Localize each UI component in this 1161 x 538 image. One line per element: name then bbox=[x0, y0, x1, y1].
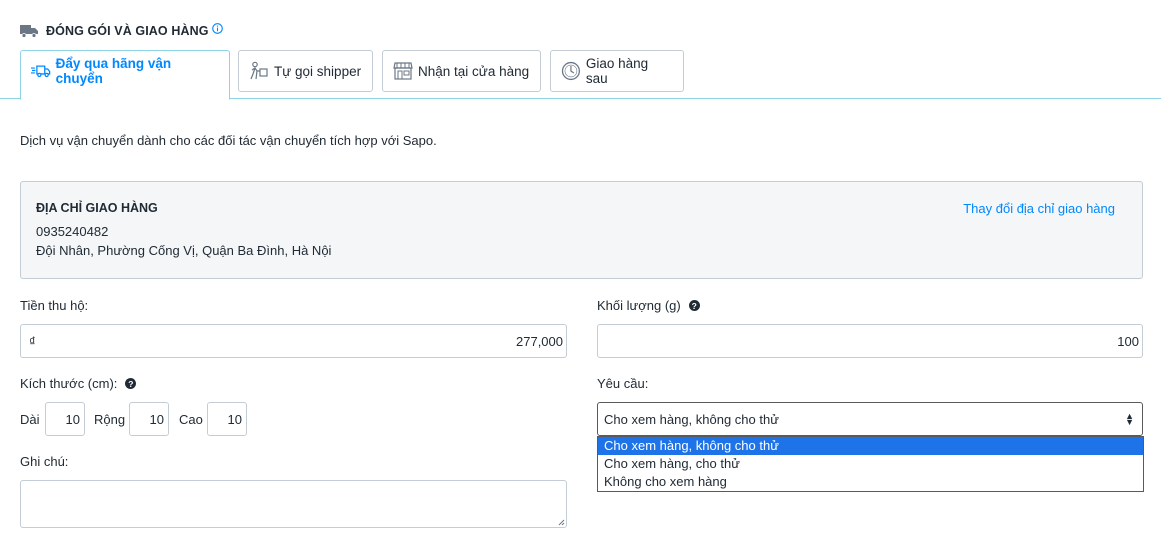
tab-deliver-later[interactable]: Giao hàng sau bbox=[550, 50, 684, 92]
select-arrows-icon: ▲ ▼ bbox=[1125, 411, 1134, 427]
length-label: Dài bbox=[20, 412, 40, 427]
truck-icon bbox=[20, 25, 38, 38]
cod-input[interactable]: ₫ 277,000 bbox=[20, 324, 567, 358]
tab-self-shipper[interactable]: Tự gọi shipper bbox=[238, 50, 373, 92]
info-icon[interactable] bbox=[211, 22, 223, 34]
address-line: Đội Nhân, Phường Cống Vị, Quận Ba Đình, … bbox=[36, 243, 332, 258]
address-title: ĐỊA CHỈ GIAO HÀNG bbox=[36, 201, 158, 215]
currency-symbol: ₫ bbox=[29, 333, 36, 349]
dimensions-label: Kích thước (cm): ? bbox=[20, 376, 137, 391]
shipper-icon bbox=[250, 61, 268, 80]
height-label: Cao bbox=[179, 412, 203, 427]
question-icon[interactable]: ? bbox=[688, 300, 700, 311]
request-option[interactable]: Cho xem hàng, không cho thử bbox=[598, 437, 1143, 455]
height-input[interactable]: 10 bbox=[207, 402, 247, 436]
request-select[interactable]: Cho xem hàng, không cho thử ▲ ▼ bbox=[597, 402, 1143, 436]
section-header: ĐÓNG GÓI VÀ GIAO HÀNG bbox=[20, 22, 223, 40]
cod-value: 277,000 bbox=[516, 333, 563, 349]
width-input[interactable]: 10 bbox=[129, 402, 169, 436]
weight-input[interactable]: 100 bbox=[597, 324, 1143, 358]
cod-label: Tiền thu hộ: bbox=[20, 298, 89, 313]
tab-store-pickup[interactable]: Nhận tại cửa hàng bbox=[382, 50, 541, 92]
tab-carrier[interactable]: Đẩy qua hãng vận chuyển bbox=[20, 50, 230, 100]
tab-deliver-later-label: Giao hàng sau bbox=[585, 56, 649, 86]
request-dropdown: Cho xem hàng, không cho thử Cho xem hàng… bbox=[597, 436, 1144, 492]
address-phone: 0935240482 bbox=[36, 224, 109, 239]
length-input[interactable]: 10 bbox=[45, 402, 85, 436]
fast-delivery-icon bbox=[31, 65, 51, 78]
tab-store-pickup-label: Nhận tại cửa hàng bbox=[418, 63, 530, 79]
request-selected-value: Cho xem hàng, không cho thử bbox=[604, 411, 779, 427]
change-address-link[interactable]: Thay đổi địa chỉ giao hàng bbox=[963, 201, 1115, 216]
tab-self-shipper-label: Tự gọi shipper bbox=[274, 63, 362, 79]
service-description: Dịch vụ vận chuyển dành cho các đối tác … bbox=[20, 133, 437, 148]
store-icon bbox=[393, 62, 413, 80]
note-textarea[interactable] bbox=[20, 480, 567, 528]
section-title: ĐÓNG GÓI VÀ GIAO HÀNG bbox=[46, 24, 209, 38]
note-label: Ghi chú: bbox=[20, 454, 69, 469]
shipping-address-panel: ĐỊA CHỈ GIAO HÀNG 0935240482 Đội Nhân, P… bbox=[20, 181, 1143, 279]
weight-label: Khối lượng (g) ? bbox=[597, 298, 700, 313]
resize-handle-icon[interactable] bbox=[557, 518, 565, 526]
question-icon[interactable]: ? bbox=[125, 378, 137, 389]
request-option[interactable]: Không cho xem hàng bbox=[598, 473, 1143, 491]
request-label: Yêu cầu: bbox=[597, 376, 649, 391]
weight-value: 100 bbox=[1117, 333, 1139, 349]
tab-carrier-label: Đẩy qua hãng vận chuyển bbox=[55, 56, 172, 86]
clock-icon bbox=[561, 61, 581, 81]
width-label: Rộng bbox=[94, 412, 126, 427]
request-option[interactable]: Cho xem hàng, cho thử bbox=[598, 455, 1143, 473]
